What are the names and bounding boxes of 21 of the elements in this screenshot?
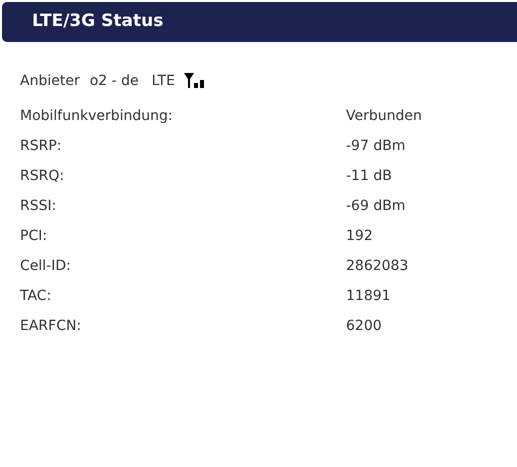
field-label: PCI: — [20, 226, 48, 246]
field-label: Mobilfunkverbindung: — [20, 106, 174, 126]
field-value: -69 dBm — [346, 196, 406, 216]
field-value: Verbunden — [346, 106, 422, 126]
field-value: 6200 — [346, 316, 382, 336]
field-label: RSRQ: — [20, 166, 66, 186]
field-label: EARFCN: — [20, 316, 82, 336]
field-label: RSRP: — [20, 136, 63, 156]
field-label: RSSI: — [20, 196, 58, 216]
network-type: LTE — [152, 72, 175, 90]
field-label: Cell-ID: — [20, 256, 72, 276]
provider-label: Anbieter — [20, 72, 80, 90]
field-value: 11891 — [346, 286, 391, 306]
field-label: TAC: — [20, 286, 52, 306]
page-title: LTE/3G Status — [32, 10, 164, 34]
signal-icon — [184, 72, 205, 88]
field-value: 2862083 — [346, 256, 408, 276]
field-value: -97 dBm — [346, 136, 406, 156]
provider-name: o2 - de — [90, 72, 139, 90]
field-value: -11 dB — [346, 166, 392, 186]
field-value: 192 — [346, 226, 373, 246]
